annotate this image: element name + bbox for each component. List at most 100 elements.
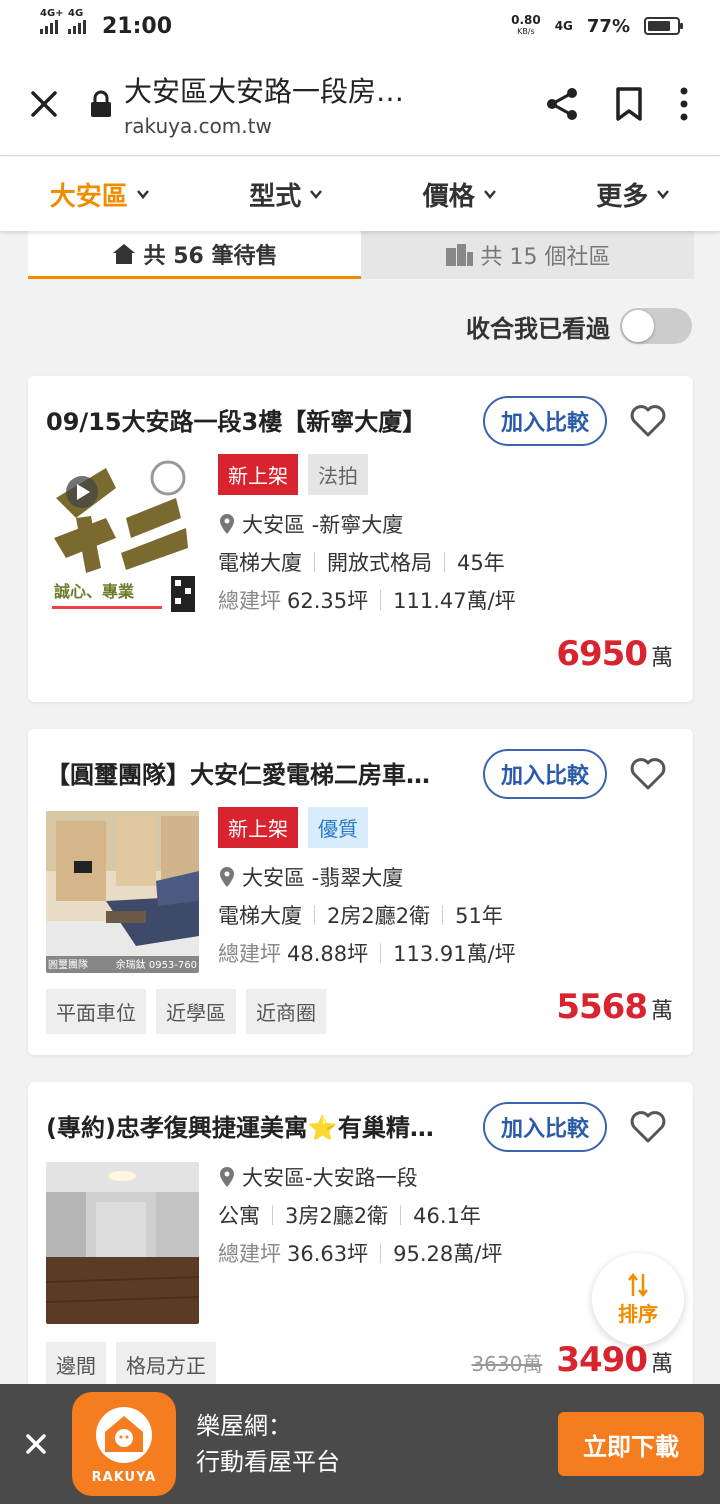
feature-tag: 平面車位 — [46, 989, 146, 1034]
hide-viewed-toggle[interactable] — [620, 308, 692, 344]
listing-tags: 邊間 格局方正 — [46, 1342, 216, 1387]
app-logo[interactable]: RAKUYA — [72, 1392, 176, 1496]
heart-icon[interactable] — [628, 400, 668, 440]
area-label: 總建坪 — [218, 942, 281, 966]
page-title: 大安區大安路一段房… — [124, 74, 405, 108]
signal-label-2: 4G — [68, 8, 84, 19]
add-compare-button[interactable]: 加入比較 — [483, 396, 607, 446]
listing-location: 大安區 -翡翠大廈 — [218, 858, 678, 896]
price-value: 3490 — [556, 1340, 648, 1380]
status-time: 21:00 — [102, 13, 173, 39]
listing-photo[interactable]: 誠心、專業 — [46, 458, 199, 620]
tab-label: 共 15 個社區 — [480, 245, 611, 270]
area-value: 36.63坪 — [287, 1242, 369, 1266]
photo-watermark-left: 圓璽團隊 — [48, 960, 88, 971]
listing-info: 新上架 優質 大安區 -翡翠大廈 電梯大廈 2房2廳2衛 51年 總建坪 48.… — [218, 807, 678, 972]
rakuya-house-icon — [96, 1406, 152, 1463]
signal-icon: 4G+ — [40, 8, 64, 34]
sort-label: 排序 — [618, 1301, 658, 1326]
close-banner-button[interactable] — [0, 1384, 72, 1504]
price-unit: 萬 — [650, 999, 673, 1024]
add-compare-button[interactable]: 加入比較 — [483, 749, 607, 799]
listing-card[interactable]: 09/15大安路一段3樓【新寧大廈】 加入比較 誠心、專業 新上架 法拍 大安區 — [28, 376, 693, 702]
price-value: 5568 — [556, 987, 648, 1027]
filter-price[interactable]: 價格 — [423, 176, 497, 213]
room-layout: 開放式格局 — [327, 551, 432, 575]
listing-area: 總建坪 62.35坪 111.47萬/坪 — [218, 581, 678, 619]
signal-icon-2: 4G — [68, 8, 86, 34]
house-icon — [112, 243, 135, 264]
bookmark-icon[interactable] — [614, 86, 644, 122]
heart-icon[interactable] — [628, 753, 668, 793]
close-tab-button[interactable] — [0, 52, 88, 156]
close-icon — [26, 1434, 46, 1454]
room-layout: 2房2廳2衛 — [327, 904, 431, 928]
location-text: 大安區-大安路一段 — [242, 1166, 418, 1190]
building-type: 電梯大廈 — [218, 551, 302, 575]
listing-location: 大安區-大安路一段 — [218, 1158, 678, 1196]
badge-auction: 法拍 — [308, 454, 368, 495]
sort-button[interactable]: 排序 — [592, 1253, 684, 1345]
listing-area: 總建坪 48.88坪 113.91萬/坪 — [218, 934, 678, 972]
banner-text: 樂屋網： 行動看屋平台 — [196, 1408, 558, 1480]
battery-percent: 77% — [586, 15, 630, 37]
heart-icon[interactable] — [628, 1106, 668, 1146]
banner-line1: 樂屋網： — [196, 1412, 292, 1440]
filter-type[interactable]: 型式 — [249, 176, 323, 213]
share-icon[interactable] — [544, 86, 580, 122]
app-download-banner: RAKUYA 樂屋網： 行動看屋平台 立即下載 — [0, 1384, 720, 1504]
badge-new: 新上架 — [218, 807, 298, 848]
living-room-photo — [46, 811, 199, 973]
agent-slogan: 誠心、專業 — [54, 578, 135, 602]
lock-icon[interactable] — [88, 90, 114, 118]
location-pin-icon — [220, 867, 234, 887]
building-icon — [445, 244, 473, 266]
url-domain: rakuya.com.tw — [124, 113, 272, 138]
add-compare-button[interactable]: 加入比較 — [483, 1102, 607, 1152]
tab-label: 共 56 筆待售 — [143, 243, 278, 269]
unit-price: 111.47萬/坪 — [393, 589, 516, 613]
area-value: 48.88坪 — [287, 942, 369, 966]
chevron-down-icon — [483, 190, 496, 199]
feature-tag: 近商圈 — [246, 989, 326, 1034]
tab-for-sale[interactable]: 共 56 筆待售 — [28, 231, 361, 279]
more-menu-icon[interactable] — [678, 86, 690, 122]
location-pin-icon — [220, 514, 234, 534]
filter-district[interactable]: 大安區 — [50, 176, 150, 213]
filter-more[interactable]: 更多 — [596, 176, 670, 213]
network-speed: 0.80 KB/s — [511, 14, 541, 38]
hide-viewed-row: 收合我已看過 — [466, 308, 692, 344]
filter-label: 更多 — [596, 181, 649, 212]
feature-tag: 近學區 — [156, 989, 236, 1034]
room-layout: 3房2廳2衛 — [285, 1204, 389, 1228]
listing-price: 3630萬 3490 萬 — [471, 1340, 673, 1380]
url-field[interactable]: 大安區大安路一段房… rakuya.com.tw — [124, 70, 544, 138]
listing-title[interactable]: (專約)忠孝復興捷運美寓⭐有巢精… — [46, 1108, 476, 1143]
location-pin-icon — [220, 1167, 234, 1187]
building-type: 電梯大廈 — [218, 904, 302, 928]
unit-price: 113.91萬/坪 — [393, 942, 516, 966]
listing-title[interactable]: 09/15大安路一段3樓【新寧大廈】 — [46, 402, 476, 437]
status-bar: 4G+ 4G 21:00 0.80 KB/s 4G 77% — [0, 0, 720, 52]
building-type: 公寓 — [218, 1204, 260, 1228]
listing-card[interactable]: 【圓璽團隊】大安仁愛電梯二房車… 加入比較 圓璽團隊 余瑞鈦 0953-760 … — [28, 729, 693, 1055]
tab-communities[interactable]: 共 15 個社區 — [361, 231, 694, 279]
area-value: 62.35坪 — [287, 589, 369, 613]
price-unit: 萬 — [650, 1352, 673, 1377]
original-price: 3630萬 — [471, 1352, 543, 1376]
location-text: 大安區 -翡翠大廈 — [242, 866, 404, 890]
unit-price: 95.28萬/坪 — [393, 1242, 503, 1266]
close-icon — [31, 90, 57, 117]
photo-watermark-right: 余瑞鈦 0953-760 — [115, 960, 197, 971]
listing-title[interactable]: 【圓璽團隊】大安仁愛電梯二房車… — [46, 755, 476, 790]
listing-info: 新上架 法拍 大安區 -新寧大廈 電梯大廈 開放式格局 45年 總建坪 62.3… — [218, 454, 678, 619]
listing-photo[interactable] — [46, 1162, 199, 1324]
filter-label: 大安區 — [49, 181, 128, 212]
listing-photo[interactable]: 圓璽團隊 余瑞鈦 0953-760 — [46, 811, 199, 973]
chevron-down-icon — [310, 190, 323, 199]
area-label: 總建坪 — [218, 589, 281, 613]
listing-card[interactable]: (專約)忠孝復興捷運美寓⭐有巢精… 加入比較 大安區-大安路一段 公寓 3房2廳… — [28, 1082, 693, 1402]
feature-tag: 邊間 — [46, 1342, 106, 1387]
download-app-button[interactable]: 立即下載 — [558, 1412, 704, 1476]
network-type: 4G — [554, 19, 573, 33]
